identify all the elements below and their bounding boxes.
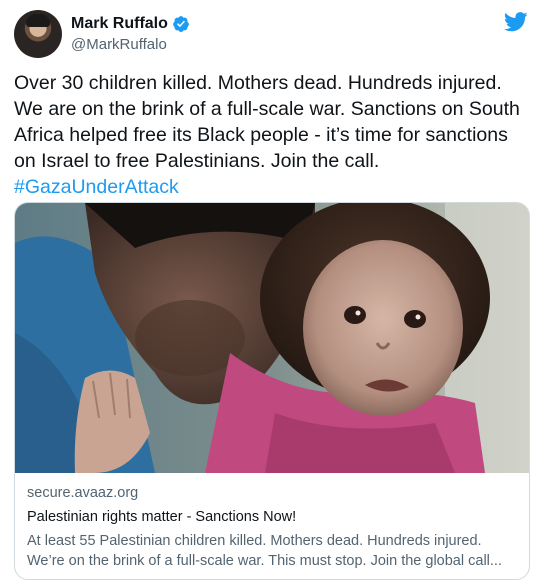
- author-handle[interactable]: @MarkRuffalo: [71, 36, 190, 53]
- author-info: Mark Ruffalo @MarkRuffalo: [71, 13, 190, 53]
- hashtag-link[interactable]: #GazaUnderAttack: [14, 174, 534, 200]
- link-card-description-line: We’re on the brink of a full-scale war. …: [27, 553, 502, 569]
- author-name[interactable]: Mark Ruffalo: [71, 15, 168, 33]
- link-card-description: At least 55 Palestinian children killed.…: [27, 531, 522, 571]
- link-card-domain: secure.avaaz.org: [27, 485, 139, 501]
- verified-badge-icon: [173, 16, 189, 32]
- link-card[interactable]: secure.avaaz.org Palestinian rights matt…: [14, 202, 530, 580]
- tweet-text-line: on Israel to free Palestinians. Join the…: [14, 150, 380, 172]
- link-card-title: Palestinian rights matter - Sanctions No…: [27, 509, 297, 525]
- link-card-info: secure.avaaz.org Palestinian rights matt…: [27, 483, 522, 571]
- man-holding-child-photo: [15, 203, 529, 473]
- tweet: Mark Ruffalo @MarkRuffalo Over 30 childr…: [0, 0, 544, 585]
- twitter-bird-icon[interactable]: [504, 12, 528, 32]
- link-card-description-line: At least 55 Palestinian children killed.…: [27, 533, 482, 549]
- tweet-text: Over 30 children killed. Mothers dead. H…: [14, 70, 534, 200]
- tweet-text-line: Africa helped free its Black people - it…: [14, 124, 508, 146]
- tweet-text-line: Over 30 children killed. Mothers dead. H…: [14, 72, 502, 94]
- link-card-image[interactable]: [15, 203, 529, 473]
- tweet-header: Mark Ruffalo @MarkRuffalo: [14, 10, 534, 60]
- avatar[interactable]: [14, 10, 62, 58]
- tweet-text-line: We are on the brink of a full-scale war.…: [14, 98, 520, 120]
